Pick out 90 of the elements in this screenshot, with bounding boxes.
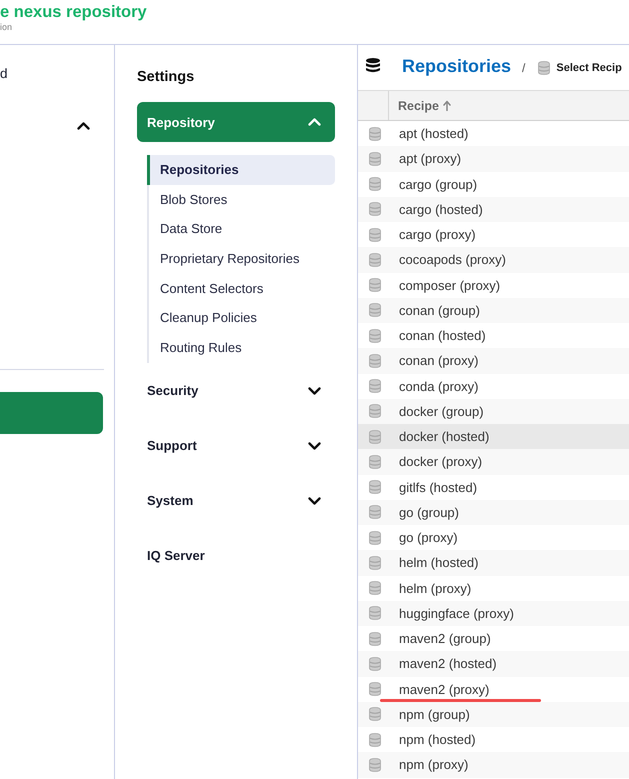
- database-icon: [369, 228, 381, 242]
- table-cell: docker (hosted): [399, 429, 490, 444]
- table-cell: helm (hosted): [399, 555, 478, 570]
- nav-group-button[interactable]: System: [137, 480, 335, 521]
- database-icon: [369, 682, 381, 696]
- settings-heading: Settings: [137, 68, 194, 86]
- database-icon: [369, 758, 381, 772]
- breadcrumb-current: Select Recip: [556, 62, 622, 74]
- table-cell: npm (group): [399, 706, 470, 722]
- breadcrumb-separator: /: [522, 60, 526, 74]
- database-icon: [369, 707, 381, 722]
- table-row[interactable]: npm (group): [358, 702, 629, 727]
- table-cell: go (proxy): [399, 530, 458, 546]
- database-icon: [369, 530, 381, 545]
- logo-title: e nexus repository: [0, 3, 147, 22]
- nav-link[interactable]: d: [0, 63, 8, 85]
- table-row[interactable]: cargo (hosted): [358, 196, 629, 222]
- table-row[interactable]: conan (proxy): [358, 348, 629, 374]
- table-cell: maven2 (group): [399, 631, 491, 646]
- table-row[interactable]: docker (proxy): [358, 449, 629, 474]
- table-row[interactable]: maven2 (hosted): [358, 651, 629, 676]
- database-icon: [369, 581, 381, 596]
- database-icon: [369, 606, 381, 620]
- table-row[interactable]: conan (group): [358, 298, 629, 323]
- database-icon: [369, 278, 381, 292]
- database-icon: [369, 505, 381, 520]
- table-cell: conan (group): [399, 302, 480, 318]
- table-cell: composer (proxy): [399, 278, 500, 293]
- database-icon: [369, 404, 381, 418]
- database-icon: [369, 328, 381, 343]
- nav-subitem[interactable]: Data Store: [147, 214, 335, 244]
- table-cell: docker (group): [399, 404, 484, 419]
- table-row[interactable]: docker (group): [358, 398, 629, 424]
- nav-group-button[interactable]: Security: [137, 370, 335, 411]
- table-row[interactable]: go (group): [358, 500, 629, 525]
- table-cell: npm (hosted): [399, 732, 476, 748]
- column-header[interactable]: Recipe: [389, 91, 451, 120]
- table-cell: docker (proxy): [399, 454, 482, 470]
- table-cell: conan (hosted): [399, 328, 486, 344]
- nav-group-button[interactable]: Repository: [137, 102, 335, 142]
- table-row[interactable]: npm (proxy): [358, 752, 629, 778]
- table-cell: npm (proxy): [399, 757, 468, 772]
- table-cell: conda (proxy): [399, 378, 478, 394]
- table-cell: cargo (hosted): [399, 202, 483, 217]
- table-row[interactable]: cocoapods (proxy): [358, 247, 629, 272]
- database-icon: [369, 732, 381, 747]
- table-cell: apt (hosted): [399, 126, 468, 142]
- database-icon: [538, 60, 550, 74]
- table-cell: cargo (proxy): [399, 227, 476, 242]
- nav-subitem[interactable]: Proprietary Repositories: [147, 244, 335, 274]
- table-cell: apt (proxy): [399, 151, 462, 166]
- database-icon: [369, 354, 381, 368]
- database-icon: [369, 480, 381, 494]
- nav-group-button[interactable]: Support: [137, 426, 335, 466]
- database-icon: [369, 177, 381, 192]
- page-title: Repositories: [402, 56, 512, 77]
- table-cell: conan (proxy): [399, 353, 478, 368]
- database-icon: [369, 556, 381, 570]
- table-cell: cocoapods (proxy): [399, 252, 506, 268]
- table-cell: go (group): [399, 504, 459, 520]
- table-cell: cargo (group): [399, 176, 478, 192]
- database-icon: [369, 252, 381, 267]
- nav-subitem[interactable]: Blob Stores: [147, 184, 335, 214]
- table-cell: helm (proxy): [399, 580, 472, 596]
- table-row[interactable]: docker (hosted): [358, 424, 629, 450]
- table-cell: maven2 (hosted): [399, 656, 497, 672]
- table-cell: gitlfs (hosted): [399, 480, 478, 495]
- database-icon: [369, 632, 381, 646]
- table-row[interactable]: helm (hosted): [358, 550, 629, 576]
- database-icon: [366, 58, 380, 73]
- table-cell: huggingface (proxy): [399, 606, 514, 621]
- table-row[interactable]: apt (proxy): [358, 146, 629, 172]
- nav-subitem[interactable]: Content Selectors: [147, 274, 335, 304]
- database-icon: [369, 126, 381, 141]
- database-icon: [369, 430, 381, 444]
- database-icon: [369, 379, 381, 394]
- caret-up-icon[interactable]: [77, 122, 90, 130]
- database-icon: [369, 656, 381, 671]
- nav-subitem[interactable]: Cleanup Policies: [147, 303, 335, 334]
- database-icon: [369, 152, 381, 166]
- nav-subitem[interactable]: Repositories: [147, 155, 335, 185]
- database-icon: [369, 454, 381, 469]
- logo-subtitle: ion: [0, 22, 12, 33]
- database-icon: [369, 202, 381, 216]
- table-row[interactable]: maven2 (proxy): [358, 676, 629, 702]
- table-row[interactable]: huggingface (proxy): [358, 600, 629, 626]
- nav-subitem[interactable]: Routing Rules: [147, 333, 335, 363]
- table-cell: maven2 (proxy): [399, 682, 490, 697]
- nav-link[interactable]: IQ Server: [137, 536, 335, 576]
- database-icon: [369, 303, 381, 318]
